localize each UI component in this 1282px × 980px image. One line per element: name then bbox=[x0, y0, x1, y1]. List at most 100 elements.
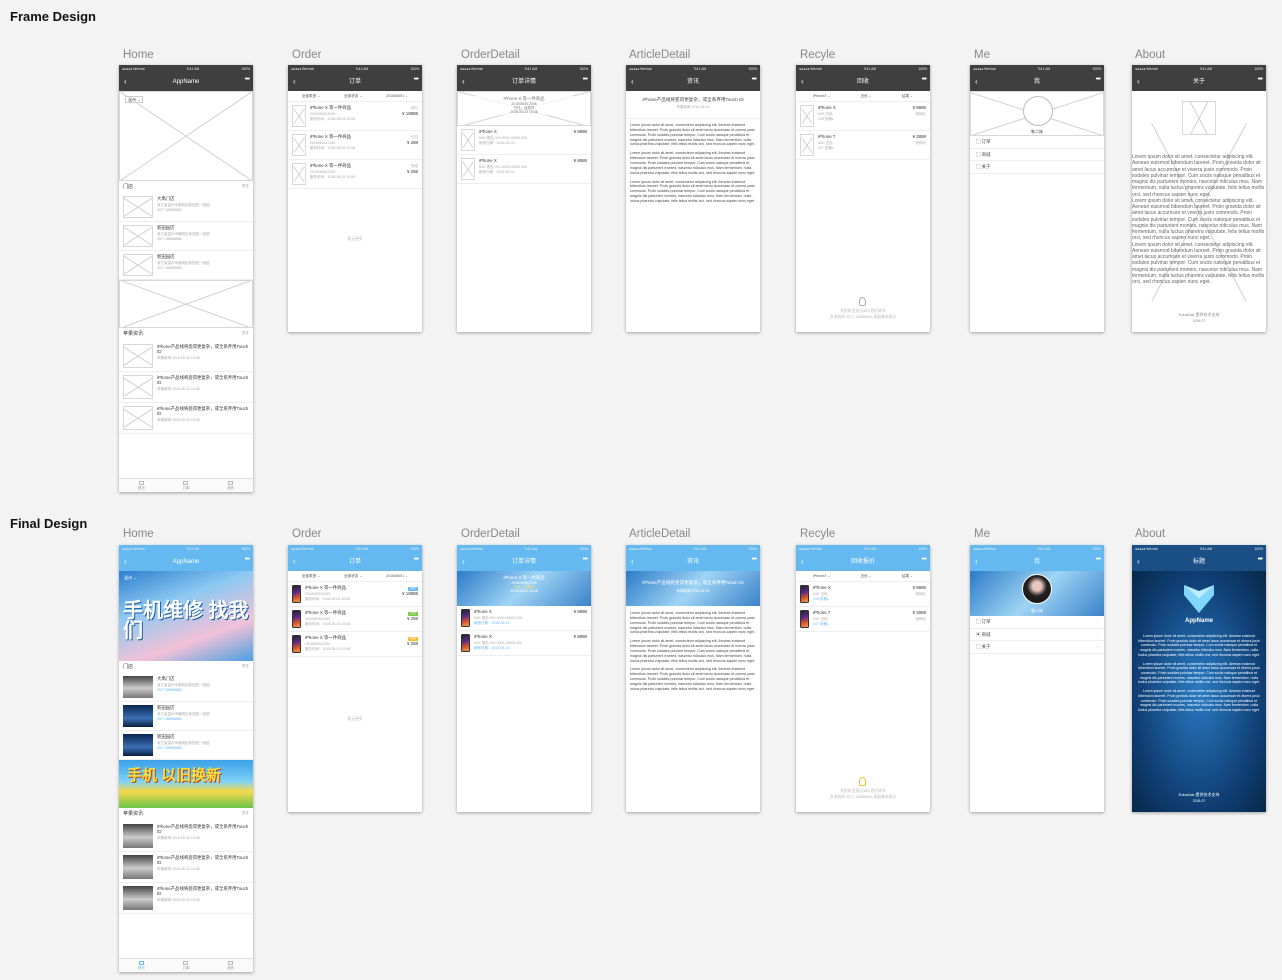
menu-item-order[interactable]: ▢ 订单 bbox=[970, 136, 1104, 149]
order-item[interactable]: iPhone X 等一件商品 2018060512345 服务时间：2018-05-… bbox=[288, 131, 422, 161]
avatar[interactable] bbox=[1023, 96, 1053, 126]
trade-in-banner[interactable]: 手机 以旧换新 bbox=[119, 760, 253, 809]
menu-item-mall[interactable]: ▢ 商城 bbox=[970, 149, 1104, 161]
more-icon[interactable]: ••• bbox=[1258, 556, 1263, 565]
back-icon[interactable]: ‹ bbox=[1137, 557, 1140, 567]
order-item[interactable]: iPhone X 等一件商品 2018060512345 服务时间：2018-05-… bbox=[288, 607, 422, 633]
more-icon[interactable]: ••• bbox=[414, 556, 419, 565]
detail-item[interactable]: iPhone X 64G 银色 000-0000-00000-000 维修日期：20… bbox=[457, 126, 591, 155]
promo-placeholder[interactable] bbox=[119, 280, 253, 329]
nav-title: AppName bbox=[172, 78, 200, 85]
more-icon[interactable]: ••• bbox=[922, 76, 927, 85]
more-icon[interactable]: ••• bbox=[245, 76, 250, 85]
more-icon[interactable]: ••• bbox=[583, 556, 588, 565]
status-bar: ●●●●● Wechat 9:41 AM 100% bbox=[796, 65, 930, 74]
col-orderdetail: OrderDetail bbox=[461, 49, 520, 61]
back-icon[interactable]: ‹ bbox=[801, 557, 804, 567]
news-item[interactable]: iPhone产品线将变得更复杂，或全系弃用Touch ID 苹果新闻 2018-0… bbox=[119, 403, 253, 434]
news-item[interactable]: iPhone产品线将变得更复杂，或全系弃用Touch ID 苹果新闻 2018-0… bbox=[119, 341, 253, 372]
filter-status[interactable]: 全部状态 ⌄ bbox=[344, 94, 362, 98]
menu-item-about[interactable]: ▢ 关于 bbox=[970, 161, 1104, 174]
menu-item-mall[interactable]: ▣ 商城 › bbox=[970, 629, 1104, 641]
col-articledetail: ArticleDetail bbox=[629, 49, 691, 61]
recyle-item[interactable]: iPhone X 64G 白色 128 查看▸ ¥ 8888 官网价 bbox=[796, 102, 930, 132]
news-item[interactable]: iPhone产品线将变得更复杂，或全系弃用Touch ID 苹果新闻 2018-0… bbox=[119, 372, 253, 403]
recyle-item[interactable]: iPhone 7 64G 白色 107 查看▸ ¥ 2888 官网价 bbox=[796, 607, 930, 633]
banner-placeholder[interactable]: 温州 ⌄ bbox=[119, 91, 253, 181]
city-select[interactable]: 温州 ⌄ bbox=[124, 575, 136, 580]
chevron-right-icon: › bbox=[1096, 631, 1098, 637]
back-icon[interactable]: ‹ bbox=[631, 77, 634, 87]
back-icon[interactable]: ‹ bbox=[293, 557, 296, 567]
more-icon[interactable]: ••• bbox=[414, 76, 419, 85]
detail-item[interactable]: iPhone X 64G 银色 000-0000-00000-000 维修日期：20… bbox=[457, 155, 591, 184]
recyle-item[interactable]: iPhone 7 64G 白色 107 查看▸ ¥ 2888 官网价 bbox=[796, 131, 930, 161]
back-icon[interactable]: ‹ bbox=[124, 77, 127, 87]
more-icon[interactable]: ••• bbox=[583, 76, 588, 85]
city-select[interactable]: 温州 ⌄ bbox=[125, 96, 144, 103]
back-icon[interactable]: ‹ bbox=[801, 77, 804, 87]
filter-date[interactable]: 2018/06/01 ⌄ bbox=[386, 94, 408, 98]
detail-item[interactable]: iPhone X 64G 银色 000-0000-00000-000 维修日期：20… bbox=[457, 631, 591, 656]
more-icon[interactable]: ••• bbox=[1096, 556, 1101, 565]
more-link[interactable]: 更多 bbox=[242, 184, 249, 190]
repair-banner[interactable]: 温州 ⌄ 手机维修 找我们 bbox=[119, 571, 253, 661]
nav-bar: ‹ 回收 ••• bbox=[796, 74, 930, 91]
news-item[interactable]: iPhone产品线将变得更复杂，或全系弃用Touch ID 苹果新闻 2018-0… bbox=[119, 883, 253, 914]
back-icon[interactable]: ‹ bbox=[462, 77, 465, 87]
article-title: iPhone产品线将变得更复杂，或全系弃用Touch ID bbox=[642, 580, 744, 585]
detail-item[interactable]: iPhone X 64G 银色 000-0000-00000-000 维修日期：20… bbox=[457, 606, 591, 631]
filter-result[interactable]: 结果 ⌄ bbox=[902, 94, 913, 98]
back-icon[interactable]: ‹ bbox=[1137, 77, 1140, 87]
store-item[interactable]: 新田园店 浙江省温州市鹿城区新田园一组团 0577-88888888 bbox=[119, 731, 253, 761]
more-link[interactable]: 更多 bbox=[242, 331, 249, 337]
filter-color[interactable]: 白色 ⌄ bbox=[861, 94, 872, 98]
recyle-filters: iPhoneX ⌄ 白色 ⌄ 结果 ⌄ bbox=[796, 571, 930, 583]
more-link[interactable]: 更多 bbox=[242, 664, 249, 670]
tab-order[interactable]: 订单 bbox=[182, 480, 189, 490]
more-icon[interactable]: ••• bbox=[752, 76, 757, 85]
tab-order[interactable]: 订单 bbox=[182, 960, 189, 970]
menu-item-order[interactable]: ▢ 订单 › bbox=[970, 616, 1104, 629]
avatar[interactable] bbox=[1022, 574, 1052, 604]
more-icon[interactable]: ••• bbox=[1258, 76, 1263, 85]
filter-status[interactable]: 全部状态 ⌄ bbox=[344, 574, 362, 578]
filter-date[interactable]: 2018/06/01 ⌄ bbox=[386, 574, 408, 578]
order-item[interactable]: iPhone X 等一件商品 2018060512345 服务时间：2018-05-… bbox=[288, 632, 422, 658]
filter-type[interactable]: 全部类型 ⌄ bbox=[302, 574, 320, 578]
more-icon[interactable]: ••• bbox=[752, 556, 757, 565]
back-icon[interactable]: ‹ bbox=[975, 557, 978, 567]
order-item[interactable]: iPhone X 等一件商品 2018060512345 服务时间：2018-05-… bbox=[288, 582, 422, 608]
back-icon[interactable]: ‹ bbox=[631, 557, 634, 567]
more-icon[interactable]: ••• bbox=[1096, 76, 1101, 85]
store-item[interactable]: 新田园店 浙江省温州市鹿城区新田园一组团 0577-88888888 bbox=[119, 222, 253, 252]
tab-me[interactable]: 我的 bbox=[227, 960, 234, 970]
news-item[interactable]: iPhone产品线将变得更复杂，或全系弃用Touch ID 苹果新闻 2018-0… bbox=[119, 852, 253, 883]
filter-color[interactable]: 白色 ⌄ bbox=[861, 574, 872, 578]
more-icon[interactable]: ••• bbox=[922, 556, 927, 565]
filter-result[interactable]: 结果 ⌄ bbox=[902, 574, 913, 578]
tab-me[interactable]: 我的 bbox=[227, 480, 234, 490]
user-name: 勒二妹 bbox=[1031, 129, 1043, 134]
store-item[interactable]: 大禹门店 浙江省温州市鹿城区新田园一组团 0577-88888888 bbox=[119, 193, 253, 223]
news-item[interactable]: iPhone产品线将变得更复杂，或全系弃用Touch ID 苹果新闻 2018-0… bbox=[119, 821, 253, 852]
back-icon[interactable]: ‹ bbox=[975, 77, 978, 87]
store-item[interactable]: 大禹门店 浙江省温州市鹿城区新田园一组团 0577-88888888 bbox=[119, 673, 253, 703]
status-bar: ●●●●● Wechat 9:41 AM 100% bbox=[1132, 545, 1266, 554]
filter-model[interactable]: iPhoneX ⌄ bbox=[813, 94, 831, 98]
back-icon[interactable]: ‹ bbox=[293, 77, 296, 87]
menu-item-about[interactable]: ▢ 关于 › bbox=[970, 641, 1104, 654]
more-link[interactable]: 更多 bbox=[242, 811, 249, 817]
back-icon[interactable]: ‹ bbox=[462, 557, 465, 567]
store-item[interactable]: 新田园店 浙江省温州市鹿城区新田园一组团 0577-88888888 bbox=[119, 251, 253, 281]
recyle-item[interactable]: iPhone X 64G 白色 128 查看▸ ¥ 8888 官网价 bbox=[796, 582, 930, 608]
order-item[interactable]: iPhone X 等一件商品 2018060512345 服务时间：2018-05-… bbox=[288, 160, 422, 190]
tab-home[interactable]: 首页 bbox=[138, 960, 145, 970]
filter-model[interactable]: iPhoneX ⌄ bbox=[813, 574, 831, 578]
more-icon[interactable]: ••• bbox=[245, 556, 250, 565]
store-item[interactable]: 新田园店 浙江省温州市鹿城区新田园一组团 0577-88888888 bbox=[119, 702, 253, 732]
filter-type[interactable]: 全部类型 ⌄ bbox=[302, 94, 320, 98]
back-icon[interactable]: ‹ bbox=[124, 557, 127, 567]
tab-home[interactable]: 首页 bbox=[138, 480, 145, 490]
order-item[interactable]: iPhone X 等一件商品 2018060512345 服务时间：2018-05-… bbox=[288, 102, 422, 132]
